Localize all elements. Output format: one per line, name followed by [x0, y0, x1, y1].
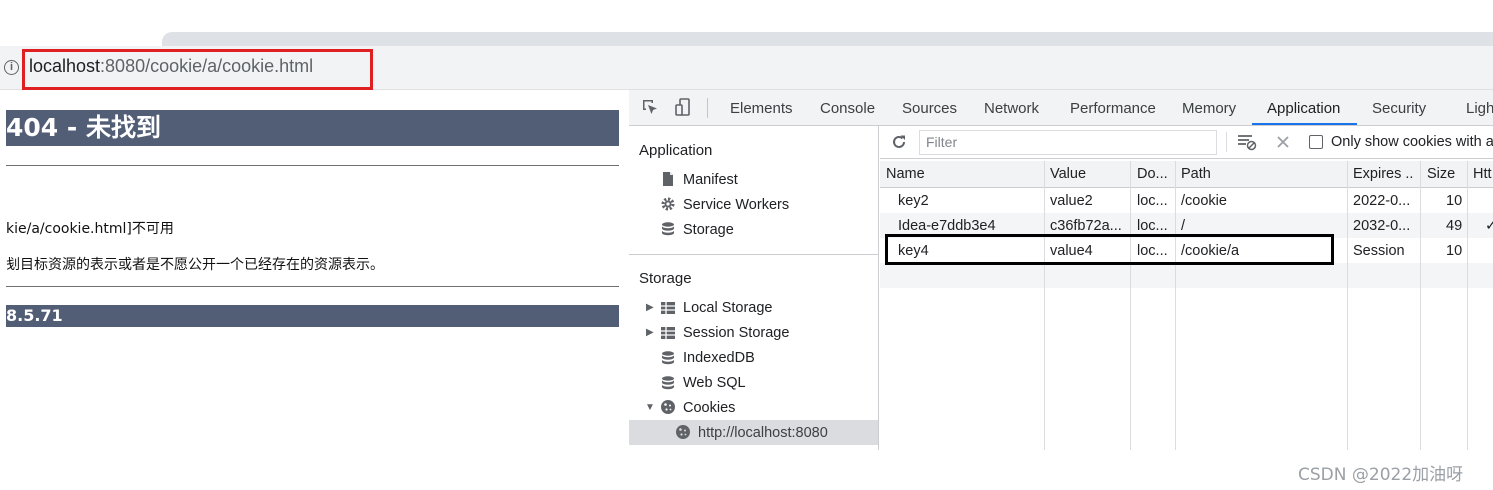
url-highlight-box: [22, 49, 373, 90]
column-header-domain[interactable]: Do...: [1137, 166, 1168, 182]
sidebar-item-cookie-origin[interactable]: http://localhost:8080: [698, 425, 828, 441]
expand-arrow-icon[interactable]: ▶: [646, 327, 654, 338]
file-icon: [663, 172, 673, 186]
clear-filter-icon[interactable]: [1237, 133, 1257, 151]
cell-path[interactable]: /cookie: [1181, 193, 1227, 209]
database-icon: [662, 376, 674, 390]
column-divider: [1130, 161, 1131, 450]
tab-application[interactable]: Application: [1267, 100, 1340, 117]
tab-memory[interactable]: Memory: [1182, 100, 1236, 117]
column-header-value[interactable]: Value: [1050, 166, 1086, 182]
cell-domain[interactable]: loc...: [1137, 218, 1168, 234]
cell-value[interactable]: c36fb72a...: [1050, 218, 1126, 234]
toolbar-separator: [707, 98, 708, 118]
cell-expires[interactable]: Session: [1353, 243, 1405, 259]
cell-expires[interactable]: 2022-0...: [1353, 193, 1410, 209]
cell-httponly[interactable]: ✓: [1485, 218, 1493, 234]
tab-network[interactable]: Network: [984, 100, 1039, 117]
tab-sources[interactable]: Sources: [902, 100, 957, 117]
sidebar-item-storage[interactable]: Storage: [683, 222, 734, 238]
table-icon: [661, 327, 675, 339]
sidebar-item-session-storage[interactable]: Session Storage: [683, 325, 789, 341]
cell-value[interactable]: value2: [1050, 193, 1093, 209]
cell-size[interactable]: 10: [1446, 193, 1462, 209]
filter-input[interactable]: Filter: [919, 130, 1217, 155]
section-application: Application: [639, 142, 713, 159]
description-text: 刬目标资源的表示或者是不愿公开一个已经存在的资源表示。: [6, 257, 384, 273]
close-icon[interactable]: [1276, 135, 1290, 149]
message-text: kie/a/cookie.html]不可用: [6, 221, 174, 237]
sidebar-item-indexeddb[interactable]: IndexedDB: [683, 350, 755, 366]
device-toggle-icon[interactable]: [674, 98, 692, 116]
sidebar-item-service-workers[interactable]: Service Workers: [683, 197, 789, 213]
column-divider: [1044, 161, 1045, 450]
column-header-size[interactable]: Size: [1427, 166, 1455, 182]
cell-domain[interactable]: loc...: [1137, 193, 1168, 209]
inspect-icon[interactable]: [641, 98, 659, 116]
sidebar-item-web-sql[interactable]: Web SQL: [683, 375, 746, 391]
tab-security[interactable]: Security: [1372, 100, 1426, 117]
cookie-icon: [661, 400, 675, 414]
gear-icon: [661, 197, 675, 211]
column-divider: [1467, 161, 1468, 450]
database-icon: [662, 351, 674, 365]
divider: [6, 165, 619, 166]
tab-lighthouse[interactable]: Ligh: [1466, 100, 1493, 117]
server-version: 8.5.71: [6, 305, 619, 327]
refresh-icon[interactable]: [890, 133, 908, 151]
column-divider: [1175, 161, 1176, 450]
table-icon: [661, 302, 675, 314]
column-header-path[interactable]: Path: [1181, 166, 1211, 182]
column-header-expires[interactable]: Expires ..: [1353, 166, 1413, 182]
watermark: CSDN @2022加油呀: [1298, 465, 1464, 485]
collapse-arrow-icon[interactable]: ▼: [645, 402, 655, 413]
only-show-cookies-checkbox[interactable]: [1309, 135, 1323, 149]
active-tab-indicator: [1252, 123, 1357, 125]
info-icon[interactable]: i: [4, 60, 19, 75]
highlighted-row-box: [885, 234, 1334, 265]
sidebar-item-cookies[interactable]: Cookies: [683, 400, 735, 416]
cell-name[interactable]: Idea-e7ddb3e4: [898, 218, 996, 234]
table-row-stripe: [880, 263, 1493, 288]
only-show-cookies-label: Only show cookies with a: [1331, 134, 1493, 150]
database-icon: [662, 222, 674, 236]
tab-elements[interactable]: Elements: [730, 100, 793, 117]
sidebar-item-local-storage[interactable]: Local Storage: [683, 300, 772, 316]
tab-strip: [162, 32, 1493, 46]
page-title: 404 - 未找到: [6, 110, 619, 146]
column-header-httponly[interactable]: Htt: [1473, 166, 1492, 182]
cookie-icon: [676, 425, 690, 439]
tab-console[interactable]: Console: [820, 100, 875, 117]
sidebar-item-manifest[interactable]: Manifest: [683, 172, 738, 188]
filter-separator: [1226, 132, 1227, 152]
divider: [6, 286, 619, 287]
column-divider: [1347, 161, 1348, 450]
cell-name[interactable]: key2: [898, 193, 929, 209]
section-storage: Storage: [639, 270, 692, 287]
cell-path[interactable]: /: [1181, 218, 1185, 234]
tab-performance[interactable]: Performance: [1070, 100, 1156, 117]
column-divider: [1420, 161, 1421, 450]
expand-arrow-icon[interactable]: ▶: [646, 302, 654, 313]
cell-size[interactable]: 49: [1446, 218, 1462, 234]
column-header-name[interactable]: Name: [886, 166, 925, 182]
sidebar-divider: [629, 254, 879, 255]
cell-size[interactable]: 10: [1446, 243, 1462, 259]
cell-expires[interactable]: 2032-0...: [1353, 218, 1410, 234]
